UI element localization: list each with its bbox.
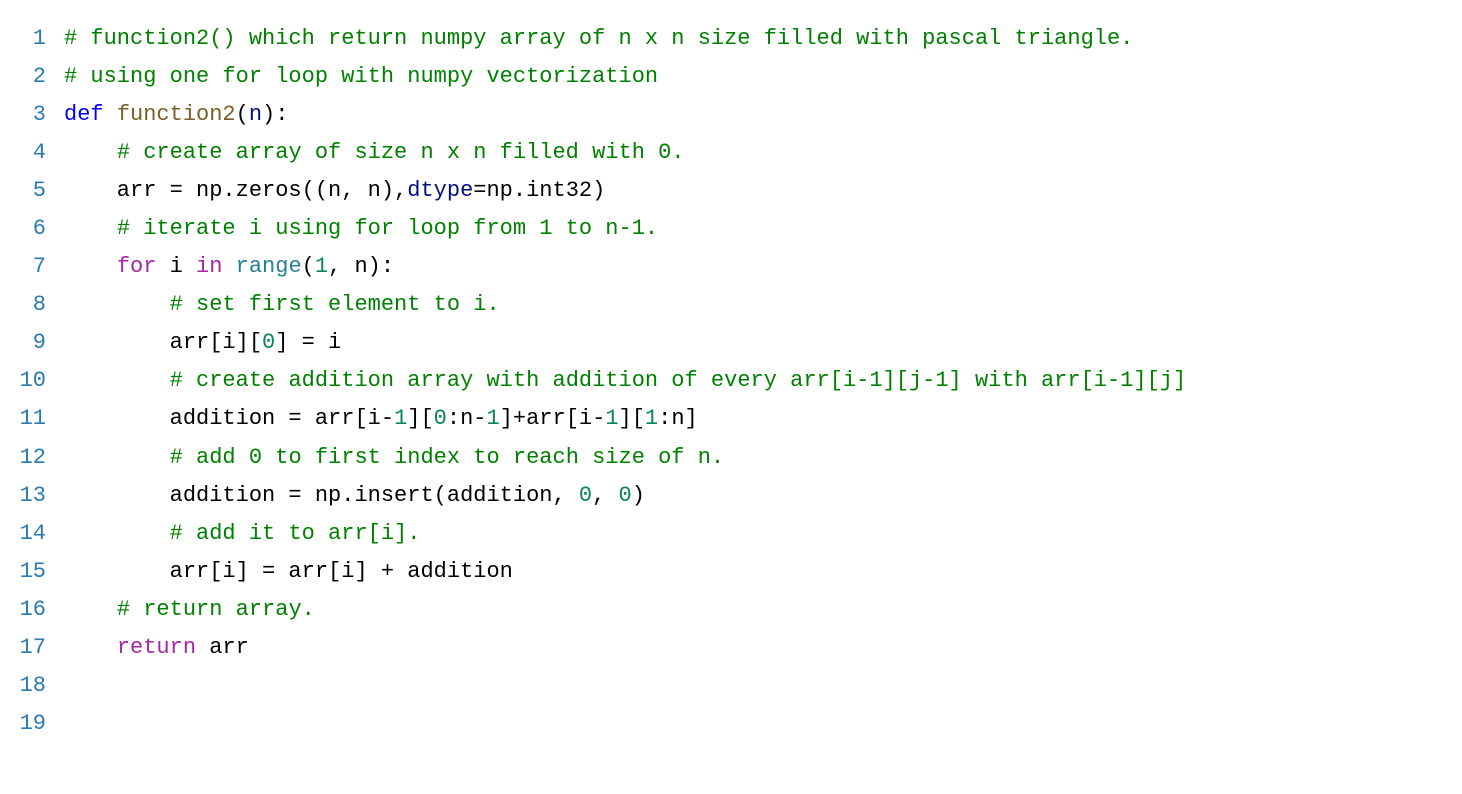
code-line: def function2(n): [64, 96, 1186, 134]
code-block: 12345678910111213141516171819 # function… [0, 0, 1462, 763]
code-line: for i in range(1, n): [64, 248, 1186, 286]
code-token: arr[i] = arr[i] + addition [64, 559, 513, 584]
code-token: , [592, 483, 618, 508]
code-token [64, 216, 117, 241]
code-token: # set first element to i. [170, 292, 500, 317]
code-token: range [236, 254, 302, 279]
code-line: # iterate i using for loop from 1 to n-1… [64, 210, 1186, 248]
code-token: arr [196, 635, 249, 660]
code-token: ( [302, 254, 315, 279]
code-token: # return array. [117, 597, 315, 622]
code-token: =np.int32) [473, 178, 605, 203]
code-token: 1 [645, 406, 658, 431]
line-number: 17 [12, 629, 46, 667]
line-number: 16 [12, 591, 46, 629]
code-line: arr = np.zeros((n, n),dtype=np.int32) [64, 172, 1186, 210]
code-line: arr[i] = arr[i] + addition [64, 553, 1186, 591]
code-line [64, 667, 1186, 705]
code-token [64, 292, 170, 317]
code-token [64, 635, 117, 660]
code-token [64, 521, 170, 546]
code-token: # function2() which return numpy array o… [64, 26, 1133, 51]
code-line: arr[i][0] = i [64, 324, 1186, 362]
code-token: :n- [447, 406, 487, 431]
line-number: 19 [12, 705, 46, 743]
code-token: addition = arr[i- [64, 406, 394, 431]
code-token: 0 [619, 483, 632, 508]
code-token: :n] [658, 406, 698, 431]
code-token: for [117, 254, 157, 279]
code-token: , n): [328, 254, 394, 279]
code-token [64, 597, 117, 622]
line-number: 1 [12, 20, 46, 58]
code-token: # using one for loop with numpy vectoriz… [64, 64, 658, 89]
code-line: addition = np.insert(addition, 0, 0) [64, 477, 1186, 515]
line-number: 7 [12, 248, 46, 286]
code-token: arr[i][ [64, 330, 262, 355]
line-number: 12 [12, 439, 46, 477]
code-line: # add it to arr[i]. [64, 515, 1186, 553]
code-token: # create array of size n x n filled with… [117, 140, 685, 165]
code-token [64, 254, 117, 279]
code-token [222, 254, 235, 279]
code-token: ) [632, 483, 645, 508]
code-token: dtype [407, 178, 473, 203]
code-token [64, 368, 170, 393]
line-number: 2 [12, 58, 46, 96]
code-token: # add it to arr[i]. [170, 521, 421, 546]
code-token: ( [236, 102, 249, 127]
line-number: 6 [12, 210, 46, 248]
code-token [104, 102, 117, 127]
code-token: ): [262, 102, 288, 127]
code-token: ]+arr[i- [500, 406, 606, 431]
code-line: addition = arr[i-1][0:n-1]+arr[i-1][1:n] [64, 400, 1186, 438]
line-number: 11 [12, 400, 46, 438]
code-token: # add 0 to first index to reach size of … [170, 445, 725, 470]
line-number: 15 [12, 553, 46, 591]
code-token: addition = np.insert(addition, [64, 483, 579, 508]
code-token: return [117, 635, 196, 660]
code-content[interactable]: # function2() which return numpy array o… [64, 20, 1186, 743]
line-number: 10 [12, 362, 46, 400]
code-token: 1 [486, 406, 499, 431]
line-number: 9 [12, 324, 46, 362]
code-line: # using one for loop with numpy vectoriz… [64, 58, 1186, 96]
line-number: 8 [12, 286, 46, 324]
code-line: # set first element to i. [64, 286, 1186, 324]
line-number: 5 [12, 172, 46, 210]
code-line: # create array of size n x n filled with… [64, 134, 1186, 172]
code-token: # iterate i using for loop from 1 to n-1… [117, 216, 658, 241]
code-token: 1 [394, 406, 407, 431]
code-token: ] = i [275, 330, 341, 355]
line-number: 18 [12, 667, 46, 705]
code-line: return arr [64, 629, 1186, 667]
code-token: def [64, 102, 104, 127]
code-token: 0 [434, 406, 447, 431]
code-token: 1 [315, 254, 328, 279]
line-number: 3 [12, 96, 46, 134]
code-token: n [249, 102, 262, 127]
code-token: 0 [262, 330, 275, 355]
code-line: # function2() which return numpy array o… [64, 20, 1186, 58]
code-token: # create addition array with addition of… [170, 368, 1187, 393]
code-line [64, 705, 1186, 743]
code-line: # add 0 to first index to reach size of … [64, 439, 1186, 477]
code-token: i [156, 254, 196, 279]
code-line: # create addition array with addition of… [64, 362, 1186, 400]
line-number: 14 [12, 515, 46, 553]
code-token: 0 [579, 483, 592, 508]
line-number: 13 [12, 477, 46, 515]
line-number-gutter: 12345678910111213141516171819 [0, 20, 64, 743]
code-token [64, 140, 117, 165]
code-token: arr = np.zeros((n, n), [64, 178, 407, 203]
code-token: function2 [117, 102, 236, 127]
line-number: 4 [12, 134, 46, 172]
code-token [64, 445, 170, 470]
code-token: in [196, 254, 222, 279]
code-token: ][ [619, 406, 645, 431]
code-token: 1 [605, 406, 618, 431]
code-line: # return array. [64, 591, 1186, 629]
code-token: ][ [407, 406, 433, 431]
